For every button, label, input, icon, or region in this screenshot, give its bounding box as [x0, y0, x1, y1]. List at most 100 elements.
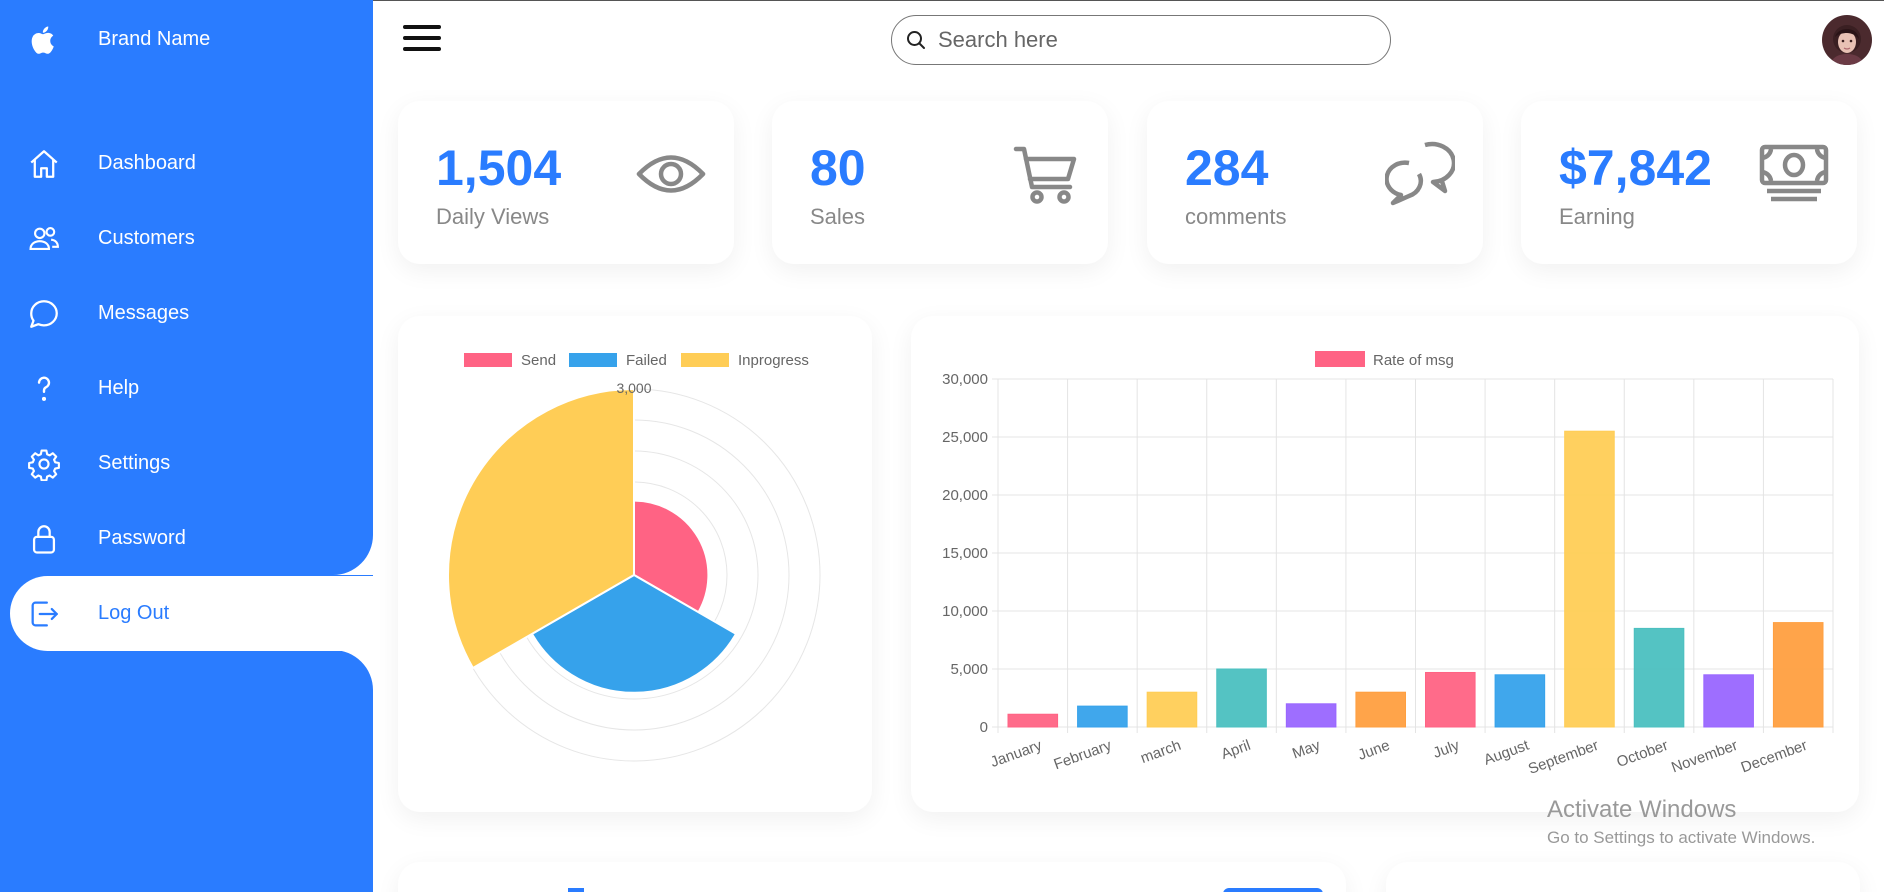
avatar[interactable]	[1822, 15, 1872, 65]
bar-may	[1285, 703, 1337, 728]
x-tick-label: May	[1290, 737, 1323, 763]
stat-number: 80	[810, 140, 866, 196]
search-input[interactable]	[938, 27, 1358, 53]
legend-swatch	[1315, 351, 1365, 367]
chat-bubbles-icon	[1385, 141, 1455, 206]
sidebar-item-help[interactable]: Help	[10, 351, 373, 426]
bar-chart-panel: Rate of msg 0 5,000 10,000 15,000 20,000 25,00…	[911, 316, 1859, 812]
windows-watermark: Activate Windows Go to Settings to activ…	[1547, 796, 1815, 848]
sidebar-item-label: Password	[98, 527, 186, 549]
lock-icon	[10, 522, 78, 556]
stat-number: 284	[1185, 140, 1269, 196]
bottom-card-right	[1386, 862, 1860, 892]
stat-number: 1,504	[436, 140, 562, 196]
x-tick-label: July	[1431, 737, 1462, 762]
cart-icon	[1013, 146, 1077, 204]
legend-swatch	[464, 353, 512, 367]
legend-label: Send	[521, 352, 556, 369]
sidebar-item-messages[interactable]: Messages	[10, 276, 373, 351]
legend-swatch	[569, 353, 617, 367]
bottom-card-marker	[568, 888, 584, 892]
legend-label: Failed	[626, 352, 667, 369]
watermark-subtitle: Go to Settings to activate Windows.	[1547, 828, 1816, 847]
sidebar-item-label: Help	[98, 377, 140, 399]
sidebar-item-logout[interactable]: Log Out	[10, 576, 373, 651]
bar-february	[1077, 705, 1128, 728]
eye-icon	[636, 155, 706, 193]
stat-card-sales: 80 Sales	[772, 101, 1108, 264]
y-tick-label: 5,000	[950, 661, 988, 678]
sidebar-item-password[interactable]: Password	[10, 501, 373, 576]
legend-label: Rate of msg	[1373, 352, 1454, 369]
bottom-card-button[interactable]	[1223, 888, 1323, 892]
home-icon	[10, 147, 78, 181]
bar-october	[1633, 627, 1685, 728]
settings-icon	[10, 447, 78, 481]
menu-toggle-button[interactable]	[403, 25, 441, 55]
stat-label: comments	[1185, 204, 1287, 229]
bar-november	[1703, 674, 1754, 728]
stat-card-daily-views: 1,504 Daily Views	[398, 101, 734, 264]
x-tick-label: April	[1219, 737, 1253, 763]
y-tick-label: 0	[980, 719, 988, 736]
x-tick-label: march	[1138, 737, 1183, 767]
x-tick-label: June	[1356, 737, 1392, 764]
polar-chart-panel: Send Failed Inprogress 3,000	[398, 316, 872, 812]
brand-name: Brand Name	[98, 28, 211, 50]
y-tick-label: 20,000	[942, 487, 988, 504]
topbar	[373, 0, 1884, 78]
bar-june	[1355, 691, 1406, 728]
bar-january	[1007, 713, 1059, 728]
stat-number: $7,842	[1559, 140, 1712, 196]
bar-march	[1146, 691, 1198, 728]
apple-logo-icon	[10, 23, 78, 57]
bar-april	[1216, 668, 1267, 728]
bar-december	[1772, 622, 1824, 728]
menu-bar	[403, 47, 441, 51]
menu-bar	[403, 25, 441, 29]
stat-label: Daily Views	[436, 204, 550, 229]
sidebar: Brand Name Dashboard Customers Messages …	[0, 0, 373, 892]
search-icon	[907, 31, 925, 49]
sidebar-item-label: Customers	[98, 227, 195, 249]
search-box	[891, 15, 1391, 65]
polar-area-chart: Send Failed Inprogress 3,000	[447, 352, 821, 762]
y-tick-label: 30,000	[942, 371, 988, 388]
brand-link[interactable]: Brand Name	[10, 2, 373, 77]
bar-september	[1564, 430, 1615, 728]
watermark-title: Activate Windows	[1547, 796, 1737, 823]
sidebar-item-label: Log Out	[98, 602, 170, 624]
bottom-card-left	[398, 862, 1346, 892]
polar-tick-label: 3,000	[616, 380, 651, 396]
help-icon	[10, 372, 78, 406]
stat-card-earning: $7,842 Earning	[1521, 101, 1857, 264]
x-tick-label: February	[1052, 737, 1115, 774]
stat-label: Earning	[1559, 204, 1635, 229]
bar-august	[1494, 674, 1546, 728]
x-tick-label: January	[988, 737, 1044, 771]
bar-july	[1425, 671, 1476, 728]
sidebar-item-customers[interactable]: Customers	[10, 201, 373, 276]
stat-label: Sales	[810, 204, 866, 229]
y-tick-label: 10,000	[942, 603, 988, 620]
sidebar-item-label: Dashboard	[98, 152, 196, 174]
menu-bar	[403, 36, 441, 40]
legend-label: Inprogress	[738, 352, 809, 369]
avatar-image	[1822, 15, 1872, 65]
x-tick-label: October	[1614, 737, 1670, 771]
people-icon	[10, 222, 78, 256]
sidebar-item-label: Settings	[98, 452, 171, 474]
legend-swatch	[681, 353, 729, 367]
x-tick-label: November	[1669, 737, 1740, 777]
chat-icon	[10, 297, 78, 331]
x-tick-label: September	[1526, 737, 1601, 778]
y-tick-label: 25,000	[942, 429, 988, 446]
x-tick-label: December	[1739, 737, 1810, 777]
sidebar-item-settings[interactable]: Settings	[10, 426, 373, 501]
sidebar-item-label: Messages	[98, 302, 190, 324]
sidebar-item-dashboard[interactable]: Dashboard	[10, 126, 373, 201]
active-curve-bottom	[333, 650, 373, 690]
cash-icon	[1759, 144, 1829, 202]
stat-card-comments: 284 comments	[1147, 101, 1483, 264]
x-tick-label: August	[1482, 737, 1532, 769]
